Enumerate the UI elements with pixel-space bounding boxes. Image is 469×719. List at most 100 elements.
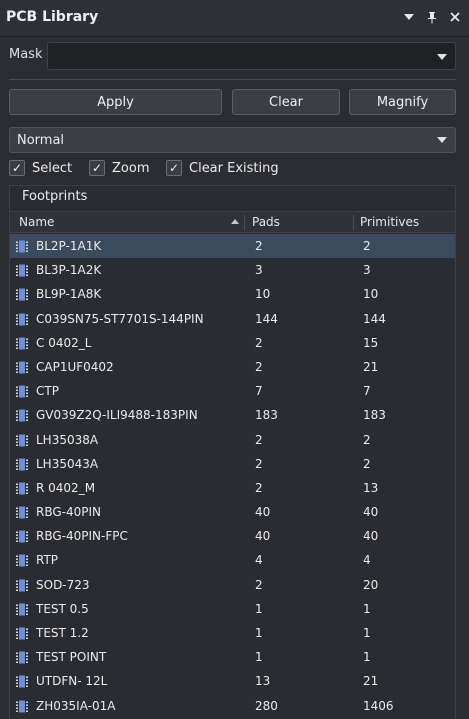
- mask-input[interactable]: [48, 43, 428, 69]
- titlebar-controls: [403, 10, 461, 24]
- footprint-name: C039SN75-ST7701S-144PIN: [36, 311, 204, 326]
- footprint-primitives: 4: [363, 553, 371, 568]
- table-row[interactable]: LH35043A 2 2: [10, 452, 455, 476]
- column-divider[interactable]: [244, 215, 245, 230]
- footprint-pads: 280: [255, 698, 278, 713]
- check-icon[interactable]: ✓: [9, 160, 25, 176]
- footprint-primitives: 3: [363, 263, 371, 278]
- table-row[interactable]: CAP1UF0402 2 21: [10, 355, 455, 379]
- footprint-name: BL3P-1A2K: [36, 263, 102, 278]
- footprint-icon: [16, 385, 28, 398]
- panel-title: PCB Library: [6, 9, 99, 25]
- divider: [9, 79, 456, 80]
- clear-existing-checkbox-label: Clear Existing: [189, 160, 279, 176]
- panel-menu-chevron-down-icon[interactable]: [403, 10, 415, 24]
- footprint-pads: 40: [255, 529, 271, 544]
- footprint-pads: 7: [255, 384, 263, 399]
- check-icon[interactable]: ✓: [166, 160, 182, 176]
- footprint-name: R 0402_M: [36, 480, 96, 495]
- footprint-icon: [16, 651, 28, 664]
- footprint-primitives: 21: [363, 359, 379, 374]
- footprint-pads: 1: [255, 601, 263, 616]
- pin-icon[interactable]: [426, 10, 438, 24]
- table-row[interactable]: BL9P-1A8K 10 10: [10, 282, 455, 306]
- footprint-primitives: 7: [363, 384, 371, 399]
- footprint-primitives: 40: [363, 505, 379, 520]
- table-row[interactable]: SOD-723 2 20: [10, 573, 455, 597]
- footprint-icon: [16, 675, 28, 688]
- footprint-icon: [16, 434, 28, 447]
- table-row[interactable]: RBG-40PIN 40 40: [10, 500, 455, 524]
- footprints-table-header: Name Pads Primitives: [10, 211, 455, 233]
- footprint-name: TEST 0.5: [36, 601, 89, 616]
- table-row[interactable]: GV039Z2Q-ILI9488-183PIN 183 183: [10, 403, 455, 427]
- table-row[interactable]: RBG-40PIN-FPC 40 40: [10, 524, 455, 548]
- mask-label: Mask: [9, 47, 43, 62]
- footprint-pads: 144: [255, 311, 278, 326]
- column-header-name[interactable]: Name: [19, 215, 54, 229]
- footprint-name: BL2P-1A1K: [36, 239, 102, 253]
- footprint-icon: [16, 313, 28, 326]
- footprint-icon: [16, 700, 28, 713]
- table-row[interactable]: ZH035IA-01A 280 1406: [10, 694, 455, 718]
- footprint-pads: 4: [255, 553, 263, 568]
- footprint-name: GV039Z2Q-ILI9488-183PIN: [36, 408, 198, 423]
- close-icon[interactable]: [449, 10, 461, 24]
- table-row[interactable]: RTP 4 4: [10, 548, 455, 572]
- mode-select[interactable]: Normal: [9, 127, 456, 153]
- footprint-icon: [16, 482, 28, 495]
- footprint-pads: 1: [255, 650, 263, 665]
- column-divider[interactable]: [353, 215, 354, 230]
- mode-dropdown-chevron-down-icon[interactable]: [437, 137, 447, 143]
- footprint-primitives: 15: [363, 335, 379, 350]
- footprints-title: Footprints: [22, 189, 88, 204]
- footprint-icon: [16, 554, 28, 567]
- column-header-primitives[interactable]: Primitives: [360, 215, 419, 229]
- zoom-checkbox[interactable]: ✓ Zoom: [89, 158, 149, 178]
- table-row[interactable]: TEST 1.2 1 1: [10, 621, 455, 645]
- footprint-primitives: 1: [363, 650, 371, 665]
- footprint-icon: [16, 627, 28, 640]
- table-row[interactable]: TEST 0.5 1 1: [10, 597, 455, 621]
- footprint-primitives: 1406: [363, 698, 394, 713]
- table-row[interactable]: BL2P-1A1K 2 2: [10, 234, 455, 259]
- apply-button[interactable]: Apply: [9, 89, 222, 115]
- footprint-name: TEST 1.2: [36, 626, 89, 640]
- table-row[interactable]: CTP 7 7: [10, 379, 455, 403]
- mask-combobox[interactable]: [47, 42, 456, 70]
- footprint-primitives: 2: [363, 239, 371, 253]
- select-checkbox[interactable]: ✓ Select: [9, 158, 72, 178]
- clear-existing-checkbox[interactable]: ✓ Clear Existing: [166, 158, 279, 178]
- magnify-button[interactable]: Magnify: [349, 89, 456, 115]
- table-row[interactable]: C 0402_L 2 15: [10, 331, 455, 355]
- footprint-icon: [16, 361, 28, 374]
- table-row[interactable]: C039SN75-ST7701S-144PIN 144 144: [10, 307, 455, 331]
- table-row[interactable]: UTDFN- 12L 13 21: [10, 669, 455, 693]
- footprint-icon: [16, 240, 28, 253]
- table-row[interactable]: TEST POINT 1 1: [10, 645, 455, 669]
- footprint-primitives: 21: [363, 674, 379, 689]
- footprints-panel: Footprints Name Pads Primitives BL2P-1A1…: [9, 185, 456, 719]
- footprint-pads: 2: [255, 456, 263, 471]
- column-header-pads[interactable]: Pads: [252, 215, 280, 229]
- footprint-pads: 13: [255, 674, 271, 689]
- footprint-pads: 1: [255, 626, 263, 640]
- footprint-pads: 40: [255, 505, 271, 520]
- table-row[interactable]: BL3P-1A2K 3 3: [10, 258, 455, 282]
- mask-dropdown-chevron-down-icon[interactable]: [437, 54, 447, 60]
- check-icon[interactable]: ✓: [89, 160, 105, 176]
- footprint-icon: [16, 579, 28, 592]
- footprint-pads: 2: [255, 432, 263, 447]
- footprint-primitives: 2: [363, 432, 371, 447]
- sort-ascending-icon: [231, 219, 239, 224]
- footprint-name: RBG-40PIN-FPC: [36, 529, 128, 544]
- footprint-pads: 2: [255, 480, 263, 495]
- clear-button[interactable]: Clear: [232, 89, 340, 115]
- table-row[interactable]: LH35038A 2 2: [10, 428, 455, 452]
- footprint-primitives: 183: [363, 408, 386, 423]
- table-row[interactable]: R 0402_M 2 13: [10, 476, 455, 500]
- footprint-name: UTDFN- 12L: [36, 674, 108, 689]
- mode-select-value: Normal: [17, 133, 65, 148]
- footprint-icon: [16, 603, 28, 616]
- footprint-pads: 2: [255, 359, 263, 374]
